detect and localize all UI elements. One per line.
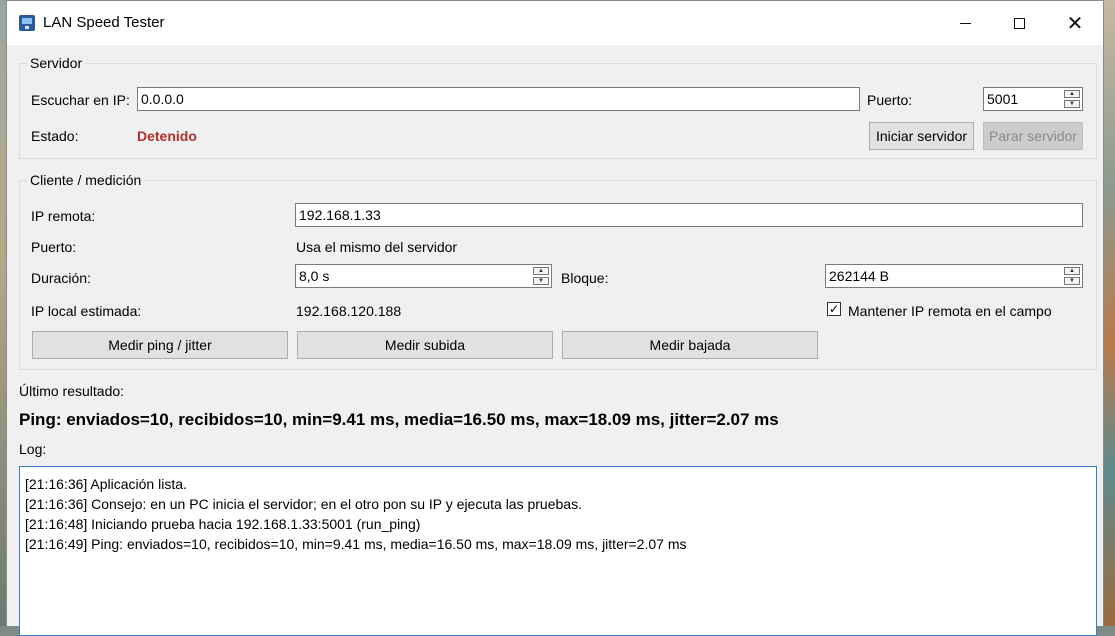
spin-down-icon[interactable]: ▼ [1064,277,1080,285]
log-line: [21:16:36] Consejo: en un PC inicia el s… [25,496,582,512]
local-ip-label: IP local estimada: [31,303,142,319]
spin-up-icon[interactable]: ▲ [1064,90,1080,98]
server-port-value: 5001 [987,91,1019,107]
spin-down-icon[interactable]: ▼ [533,277,549,285]
log-line: [21:16:49] Ping: enviados=10, recibidos=… [25,536,687,552]
listen-ip-label: Escuchar en IP: [31,92,130,108]
keep-ip-label[interactable]: Mantener IP remota en el campo [848,303,1052,319]
log-label: Log: [19,441,47,457]
status-label: Estado: [31,128,79,144]
spin-down-icon[interactable]: ▼ [1064,100,1080,108]
last-result-label: Último resultado: [19,383,125,399]
duration-label: Duración: [31,270,91,286]
listen-ip-input[interactable] [137,87,860,111]
maximize-button[interactable] [996,1,1042,45]
keep-ip-checkbox[interactable]: ✓ [827,302,841,316]
close-button[interactable]: ✕ [1052,1,1098,45]
remote-ip-label: IP remota: [31,208,96,224]
remote-ip-input[interactable] [295,203,1083,227]
log-textarea[interactable]: [21:16:36] Aplicación lista. [21:16:36] … [19,466,1097,636]
close-icon: ✕ [1066,12,1084,35]
block-value: 262144 B [829,268,889,284]
minimize-button[interactable] [942,1,988,45]
download-button[interactable]: Medir bajada [562,331,818,359]
client-group-title: Cliente / medición [27,172,145,188]
log-line: [21:16:36] Aplicación lista. [25,476,187,492]
spin-up-icon[interactable]: ▲ [1064,267,1080,275]
duration-value: 8,0 s [299,268,330,284]
server-port-label: Puerto: [867,92,913,108]
title-bar[interactable]: LAN Speed Tester ✕ [7,1,1103,45]
server-group-title: Servidor [27,55,86,71]
start-server-button[interactable]: Iniciar servidor [869,122,974,150]
block-spinbox[interactable]: 262144 B ▲ ▼ [825,264,1083,288]
upload-button[interactable]: Medir subida [297,331,553,359]
status-value: Detenido [137,128,197,144]
stop-server-button[interactable]: Parar servidor [983,122,1083,150]
app-network-icon [19,15,35,31]
client-port-label: Puerto: [31,239,77,255]
server-port-spinbox[interactable]: 5001 ▲ ▼ [983,87,1083,111]
ping-jitter-button[interactable]: Medir ping / jitter [32,331,288,359]
minimize-icon [959,22,971,24]
duration-spinbox[interactable]: 8,0 s ▲ ▼ [295,264,552,288]
window-title: LAN Speed Tester [43,14,165,31]
maximize-icon [1013,17,1025,29]
last-result-text: Ping: enviados=10, recibidos=10, min=9.4… [19,410,779,429]
client-port-value: Usa el mismo del servidor [296,239,458,255]
block-label: Bloque: [561,270,609,286]
local-ip-value: 192.168.120.188 [296,303,402,319]
desktop-background-right [1104,0,1115,626]
spin-up-icon[interactable]: ▲ [533,267,549,275]
app-window: LAN Speed Tester ✕ Servidor Escuchar en … [6,0,1104,636]
log-line: [21:16:48] Iniciando prueba hacia 192.16… [25,516,421,532]
